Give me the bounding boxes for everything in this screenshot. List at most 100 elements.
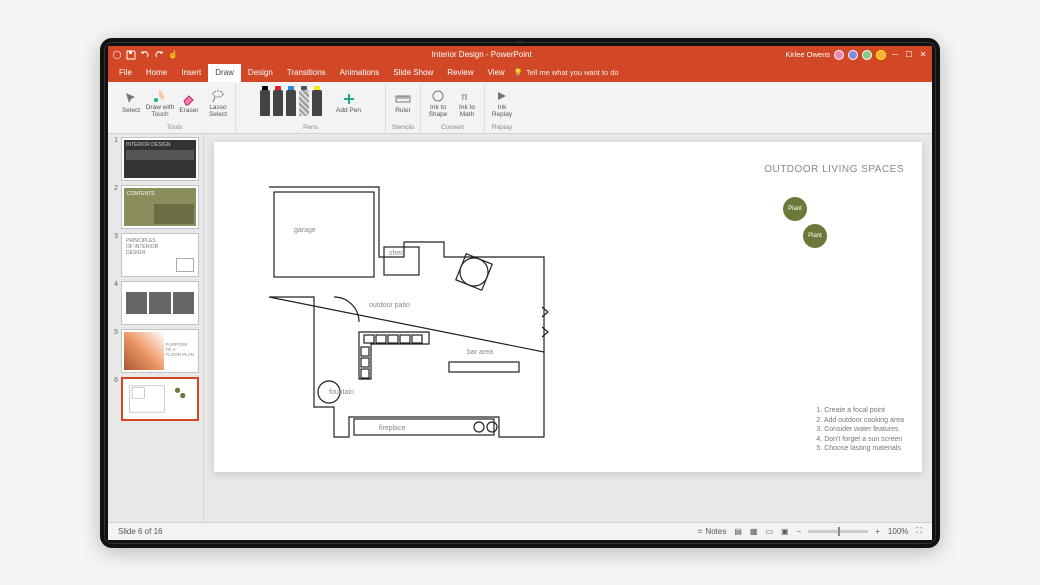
user-area: Kirlee Owens ─ ☐ ✕ xyxy=(785,50,928,60)
pen-red[interactable] xyxy=(273,90,283,116)
draw-with-touch-button[interactable]: Draw with Touch xyxy=(147,88,173,119)
zoom-level[interactable]: 100% xyxy=(888,527,908,536)
group-label-replay: Replay xyxy=(492,123,512,133)
minimize-icon[interactable]: ─ xyxy=(890,50,900,60)
notes-icon: ≐ xyxy=(697,527,704,536)
tip-2: 2. Add outdoor cooking area xyxy=(816,416,904,425)
select-button[interactable]: Select xyxy=(118,91,144,115)
save-icon[interactable] xyxy=(126,50,136,60)
group-replay: Ink Replay Replay xyxy=(485,84,519,133)
svg-text:π: π xyxy=(461,92,468,103)
plant-badge-2[interactable]: Plant xyxy=(803,224,827,248)
view-sorter-icon[interactable]: ▦ xyxy=(750,527,758,536)
group-label-pens: Pens xyxy=(303,123,318,133)
lasso-select-button[interactable]: Lasso Select xyxy=(205,88,231,119)
autosave-toggle-icon[interactable]: ◯ xyxy=(112,50,122,60)
thumb-5[interactable]: 5PURPOSE OF A FLOOR PLAN xyxy=(112,329,199,373)
ribbon-tabs: File Home Insert Draw Design Transitions… xyxy=(108,64,932,82)
ink-to-shape-icon xyxy=(430,88,446,104)
tab-review[interactable]: Review xyxy=(440,64,480,82)
zoom-out-button[interactable]: − xyxy=(797,527,802,536)
avatar[interactable] xyxy=(848,50,858,60)
view-normal-icon[interactable]: ▤ xyxy=(734,527,742,536)
tell-me-search[interactable]: 💡Tell me what you want to do xyxy=(514,64,619,82)
plant-badge-1[interactable]: Plant xyxy=(783,197,807,221)
tablet-device-frame: ◯ ☝ Interior Design - PowerPoint Kirlee … xyxy=(100,38,940,548)
user-name[interactable]: Kirlee Owens xyxy=(785,50,830,59)
quick-access-toolbar: ◯ ☝ xyxy=(112,50,178,60)
ruler-button[interactable]: Ruler xyxy=(390,91,416,115)
zoom-slider[interactable] xyxy=(808,530,868,533)
undo-icon[interactable] xyxy=(140,50,150,60)
ruler-icon xyxy=(395,91,411,107)
touch-draw-icon xyxy=(152,88,168,104)
tip-1: 1. Create a focal point xyxy=(816,406,904,415)
pen-grey-highlighter[interactable] xyxy=(299,90,309,116)
thumb-1[interactable]: 1INTERIOR DESIGN xyxy=(112,137,199,181)
group-convert: Ink to Shape πInk to Math Convert xyxy=(421,84,485,133)
ink-to-math-button[interactable]: πInk to Math xyxy=(454,88,480,119)
group-tools: Select Draw with Touch Eraser Lasso Sele… xyxy=(114,84,236,133)
view-reading-icon[interactable]: ▭ xyxy=(765,527,773,536)
cursor-icon xyxy=(123,91,139,107)
tab-home[interactable]: Home xyxy=(139,64,174,82)
tab-transitions[interactable]: Transitions xyxy=(280,64,333,82)
tip-5: 5. Choose lasting materials xyxy=(816,444,904,453)
view-slideshow-icon[interactable]: ▣ xyxy=(781,527,789,536)
label-bar: bar area xyxy=(467,349,493,356)
zoom-in-button[interactable]: + xyxy=(875,527,880,536)
tab-slideshow[interactable]: Slide Show xyxy=(386,64,440,82)
tab-insert[interactable]: Insert xyxy=(174,64,208,82)
group-label-convert: Convert xyxy=(441,123,464,133)
group-label-tools: Tools xyxy=(167,123,182,133)
notes-toggle[interactable]: ≐Notes xyxy=(697,527,727,536)
tip-4: 4. Don't forget a sun screen xyxy=(816,435,904,444)
redo-icon[interactable] xyxy=(154,50,164,60)
group-label-stencils: Stencils xyxy=(392,123,415,133)
lasso-icon xyxy=(210,88,226,104)
label-patio: outdoor patio xyxy=(369,302,410,309)
label-fountain: fountain xyxy=(329,389,354,396)
ink-to-math-icon: π xyxy=(459,88,475,104)
add-pen-button[interactable]: Add Pen xyxy=(336,91,362,115)
camera-dot xyxy=(516,41,524,44)
slide-canvas-area: OUTDOOR LIVING SPACES Plant Plant 1. Cre… xyxy=(204,134,932,522)
tab-draw[interactable]: Draw xyxy=(208,64,241,82)
ink-replay-button[interactable]: Ink Replay xyxy=(489,88,515,119)
label-shed: shed xyxy=(389,250,404,257)
thumb-4[interactable]: 4 xyxy=(112,281,199,325)
tab-animations[interactable]: Animations xyxy=(333,64,387,82)
thumb-3[interactable]: 3PRINCIPLES OF INTERIOR DESIGN xyxy=(112,233,199,277)
status-bar: Slide 6 of 16 ≐Notes ▤ ▦ ▭ ▣ − + 100% ⛶ xyxy=(108,522,932,540)
thumb-6[interactable]: 6 xyxy=(112,377,199,421)
pen-yellow-highlighter[interactable] xyxy=(312,90,322,116)
tab-view[interactable]: View xyxy=(481,64,512,82)
replay-icon xyxy=(494,88,510,104)
work-area: 1INTERIOR DESIGN 2CONTENTS 3PRINCIPLES O… xyxy=(108,134,932,522)
maximize-icon[interactable]: ☐ xyxy=(904,50,914,60)
title-bar: ◯ ☝ Interior Design - PowerPoint Kirlee … xyxy=(108,46,932,64)
eraser-button[interactable]: Eraser xyxy=(176,91,202,115)
avatar[interactable] xyxy=(862,50,872,60)
tip-3: 3. Consider water features xyxy=(816,425,904,434)
group-stencils: Ruler Stencils xyxy=(386,84,421,133)
slide-position[interactable]: Slide 6 of 16 xyxy=(118,527,162,536)
lightbulb-icon: 💡 xyxy=(514,68,523,77)
tab-file[interactable]: File xyxy=(112,64,139,82)
avatar[interactable] xyxy=(834,50,844,60)
avatar[interactable] xyxy=(876,50,886,60)
ink-to-shape-button[interactable]: Ink to Shape xyxy=(425,88,451,119)
tell-me-label: Tell me what you want to do xyxy=(526,68,619,77)
touch-mode-icon[interactable]: ☝ xyxy=(168,50,178,60)
pen-black[interactable] xyxy=(260,90,270,116)
plus-icon xyxy=(341,91,357,107)
slide-thumbnails-panel[interactable]: 1INTERIOR DESIGN 2CONTENTS 3PRINCIPLES O… xyxy=(108,134,204,522)
slide-canvas[interactable]: OUTDOOR LIVING SPACES Plant Plant 1. Cre… xyxy=(214,142,922,472)
thumb-2[interactable]: 2CONTENTS xyxy=(112,185,199,229)
pen-blue[interactable] xyxy=(286,90,296,116)
close-icon[interactable]: ✕ xyxy=(918,50,928,60)
eraser-icon xyxy=(181,91,197,107)
tips-list: 1. Create a focal point 2. Add outdoor c… xyxy=(816,406,904,453)
fit-to-window-icon[interactable]: ⛶ xyxy=(916,526,922,536)
tab-design[interactable]: Design xyxy=(241,64,280,82)
